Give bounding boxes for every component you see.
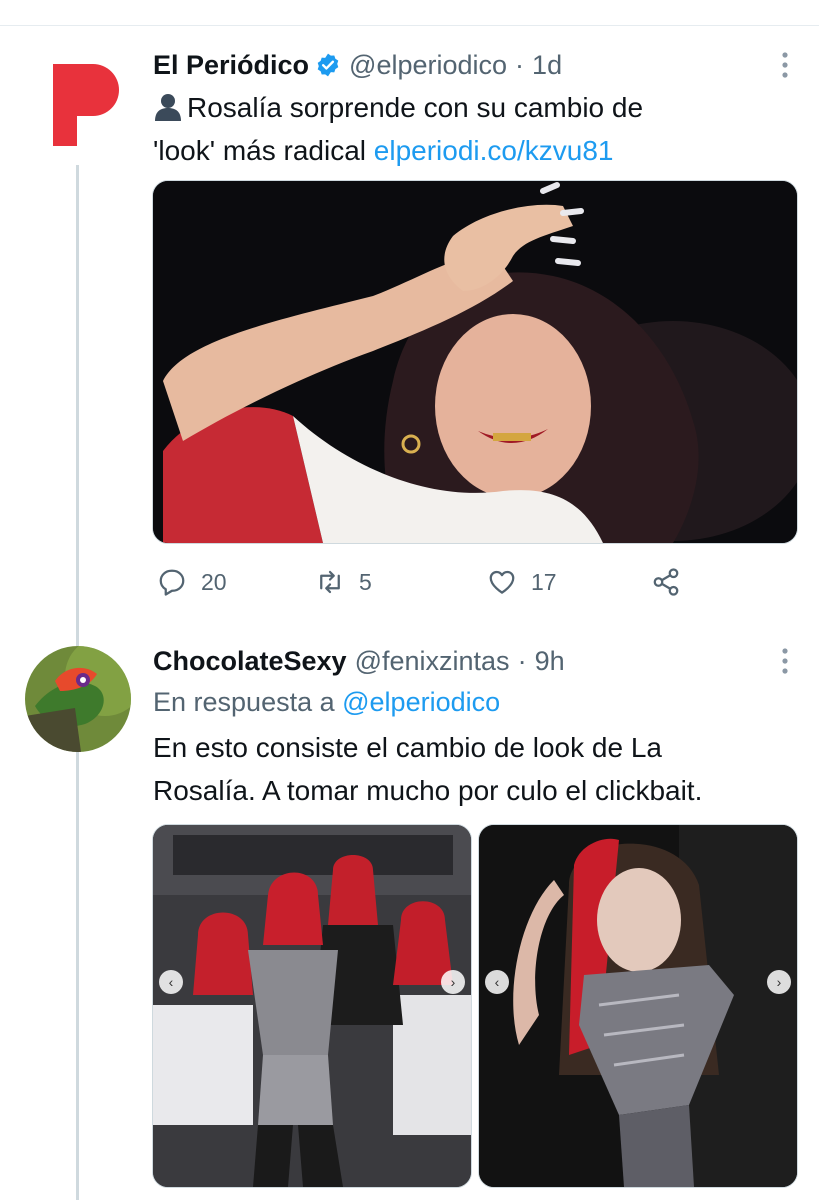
share-icon: [653, 568, 679, 596]
top-divider: [0, 25, 819, 26]
tweet-timestamp[interactable]: 9h: [535, 646, 565, 677]
tweet-photo-group[interactable]: ‹ ›: [152, 824, 472, 1188]
reply-handle-link[interactable]: @elperiodico: [342, 687, 500, 717]
reply-button[interactable]: 20: [157, 562, 227, 602]
tweet-timestamp[interactable]: 1d: [532, 50, 562, 81]
reply-icon: [159, 569, 185, 596]
author-handle[interactable]: @fenixzintas: [355, 646, 510, 677]
tweet-text-line1: Rosalía sorprende con su cambio de: [187, 92, 644, 123]
tweet-header: ChocolateSexy @fenixzintas · 9h: [153, 640, 798, 682]
tweet-text-line2: 'look' más radical: [153, 135, 374, 166]
person-icon: [153, 90, 183, 121]
author-handle[interactable]: @elperiodico: [349, 50, 507, 81]
chocolatesexy-avatar[interactable]: [25, 646, 131, 752]
reply-context: En respuesta a @elperiodico: [153, 682, 798, 722]
share-button[interactable]: [651, 562, 695, 602]
tweet-header: El Periódico @elperiodico · 1d: [153, 44, 798, 86]
like-button[interactable]: 17: [487, 562, 557, 602]
chevron-right-icon[interactable]: ›: [441, 970, 465, 994]
tweet-chocolatesexy[interactable]: ChocolateSexy @fenixzintas · 9h En respu…: [153, 640, 798, 812]
chevron-left-icon[interactable]: ‹: [485, 970, 509, 994]
retweet-icon: [320, 570, 340, 594]
retweet-button[interactable]: 5: [315, 562, 372, 602]
tweet-text: Rosalía sorprende con su cambio de 'look…: [153, 86, 798, 172]
heart-icon: [489, 570, 515, 594]
tweet-photo-portrait[interactable]: ‹ ›: [478, 824, 798, 1188]
more-options-icon[interactable]: [782, 52, 788, 78]
author-name[interactable]: ChocolateSexy: [153, 646, 347, 677]
tweet-el-periodico[interactable]: El Periódico @elperiodico · 1d Rosalía s…: [153, 44, 798, 172]
verified-badge-icon: [315, 52, 341, 78]
like-count: 17: [531, 568, 557, 595]
separator-dot: ·: [515, 49, 525, 80]
reply-count: 20: [201, 568, 227, 595]
separator-dot: ·: [517, 645, 527, 676]
chevron-left-icon[interactable]: ‹: [159, 970, 183, 994]
tweet-action-bar: 20 5 17: [153, 562, 713, 602]
article-link[interactable]: elperiodi.co/kzvu81: [374, 135, 614, 166]
tweet-text-line2: Rosalía. A tomar mucho por culo el click…: [153, 775, 703, 806]
el-periodico-avatar[interactable]: [53, 64, 119, 146]
tweet-text: En esto consiste el cambio de look de La…: [153, 726, 798, 812]
chevron-right-icon[interactable]: ›: [767, 970, 791, 994]
author-name[interactable]: El Periódico: [153, 50, 309, 81]
tweet-text-line1: En esto consiste el cambio de look de La: [153, 732, 662, 763]
more-options-icon[interactable]: [782, 648, 788, 674]
reply-prefix: En respuesta a: [153, 687, 343, 717]
retweet-count: 5: [359, 568, 372, 595]
tweet-photo-rosalia[interactable]: [152, 180, 798, 544]
